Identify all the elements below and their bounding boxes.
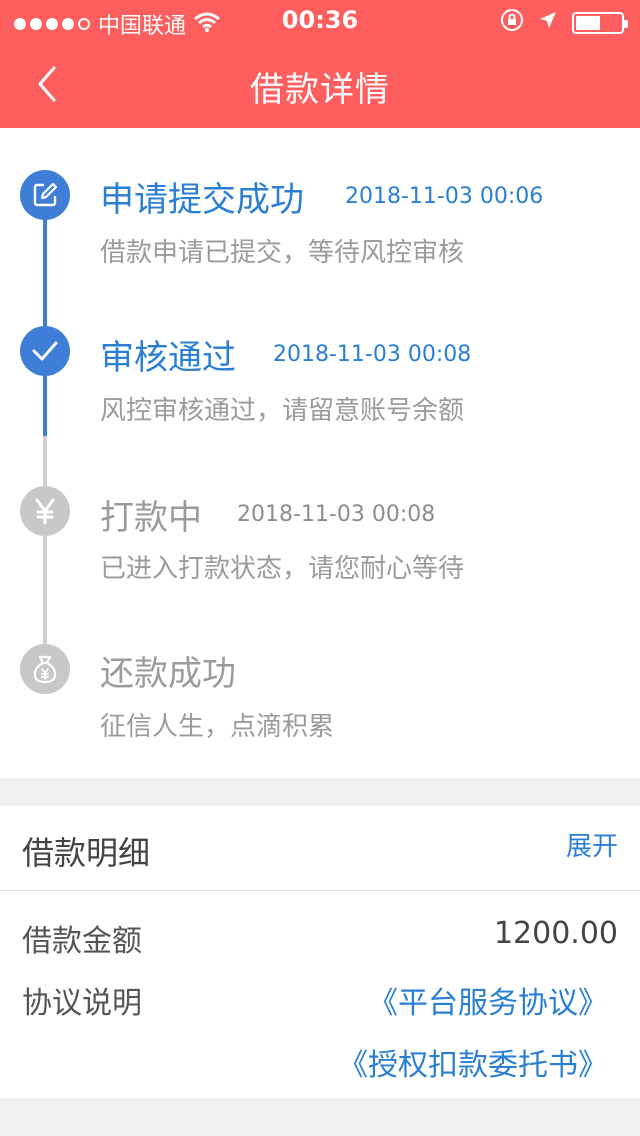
rotation-lock-icon <box>500 8 524 37</box>
step-description: 借款申请已提交，等待风控审核 <box>100 238 465 268</box>
step-title: 审核通过 <box>100 338 236 378</box>
status-bar: 中国联通 00:36 <box>0 0 640 40</box>
step-description: 已进入打款状态，请您耐心等待 <box>100 554 465 584</box>
authorized-debit-agreement-link[interactable]: 《授权扣款委托书》 <box>338 1040 608 1084</box>
page-title: 借款详情 <box>250 70 390 110</box>
location-icon <box>538 10 558 35</box>
step-description: 风控审核通过，请留意账号余额 <box>100 396 465 426</box>
step-description: 征信人生，点滴积累 <box>100 712 335 742</box>
step-title: 还款成功 <box>100 654 236 694</box>
step-title: 申请提交成功 <box>100 180 304 220</box>
battery-icon <box>572 11 628 34</box>
divider <box>0 890 640 891</box>
money-bag-icon <box>20 644 70 694</box>
platform-service-agreement-link[interactable]: 《平台服务协议》 <box>368 978 608 1022</box>
loan-amount-value: 1200.00 <box>493 916 618 951</box>
step-timestamp: 2018-11-03 00:08 <box>273 342 472 367</box>
step-timestamp: 2018-11-03 00:08 <box>237 502 436 527</box>
loan-amount-label: 借款金额 <box>22 924 142 959</box>
step-title: 打款中 <box>100 498 202 538</box>
loan-progress-timeline: 申请提交成功 2018-11-03 00:06 借款申请已提交，等待风控审核 审… <box>0 128 640 778</box>
timeline-connector <box>43 536 47 644</box>
edit-icon <box>20 170 70 220</box>
step-timestamp: 2018-11-03 00:06 <box>345 184 544 209</box>
nav-bar: 借款详情 <box>0 40 640 128</box>
loan-detail-section: 借款明细 展开 借款金额 1200.00 协议说明 《平台服务协议》 《授权扣款… <box>0 806 640 1098</box>
yen-icon <box>20 486 70 536</box>
agreement-label: 协议说明 <box>22 986 142 1021</box>
section-title: 借款明细 <box>22 834 151 872</box>
header: 中国联通 00:36 借款详情 <box>0 0 640 128</box>
timeline-connector <box>43 436 47 490</box>
expand-button[interactable]: 展开 <box>566 826 618 863</box>
timeline-connector <box>43 376 47 436</box>
check-icon <box>20 326 70 376</box>
